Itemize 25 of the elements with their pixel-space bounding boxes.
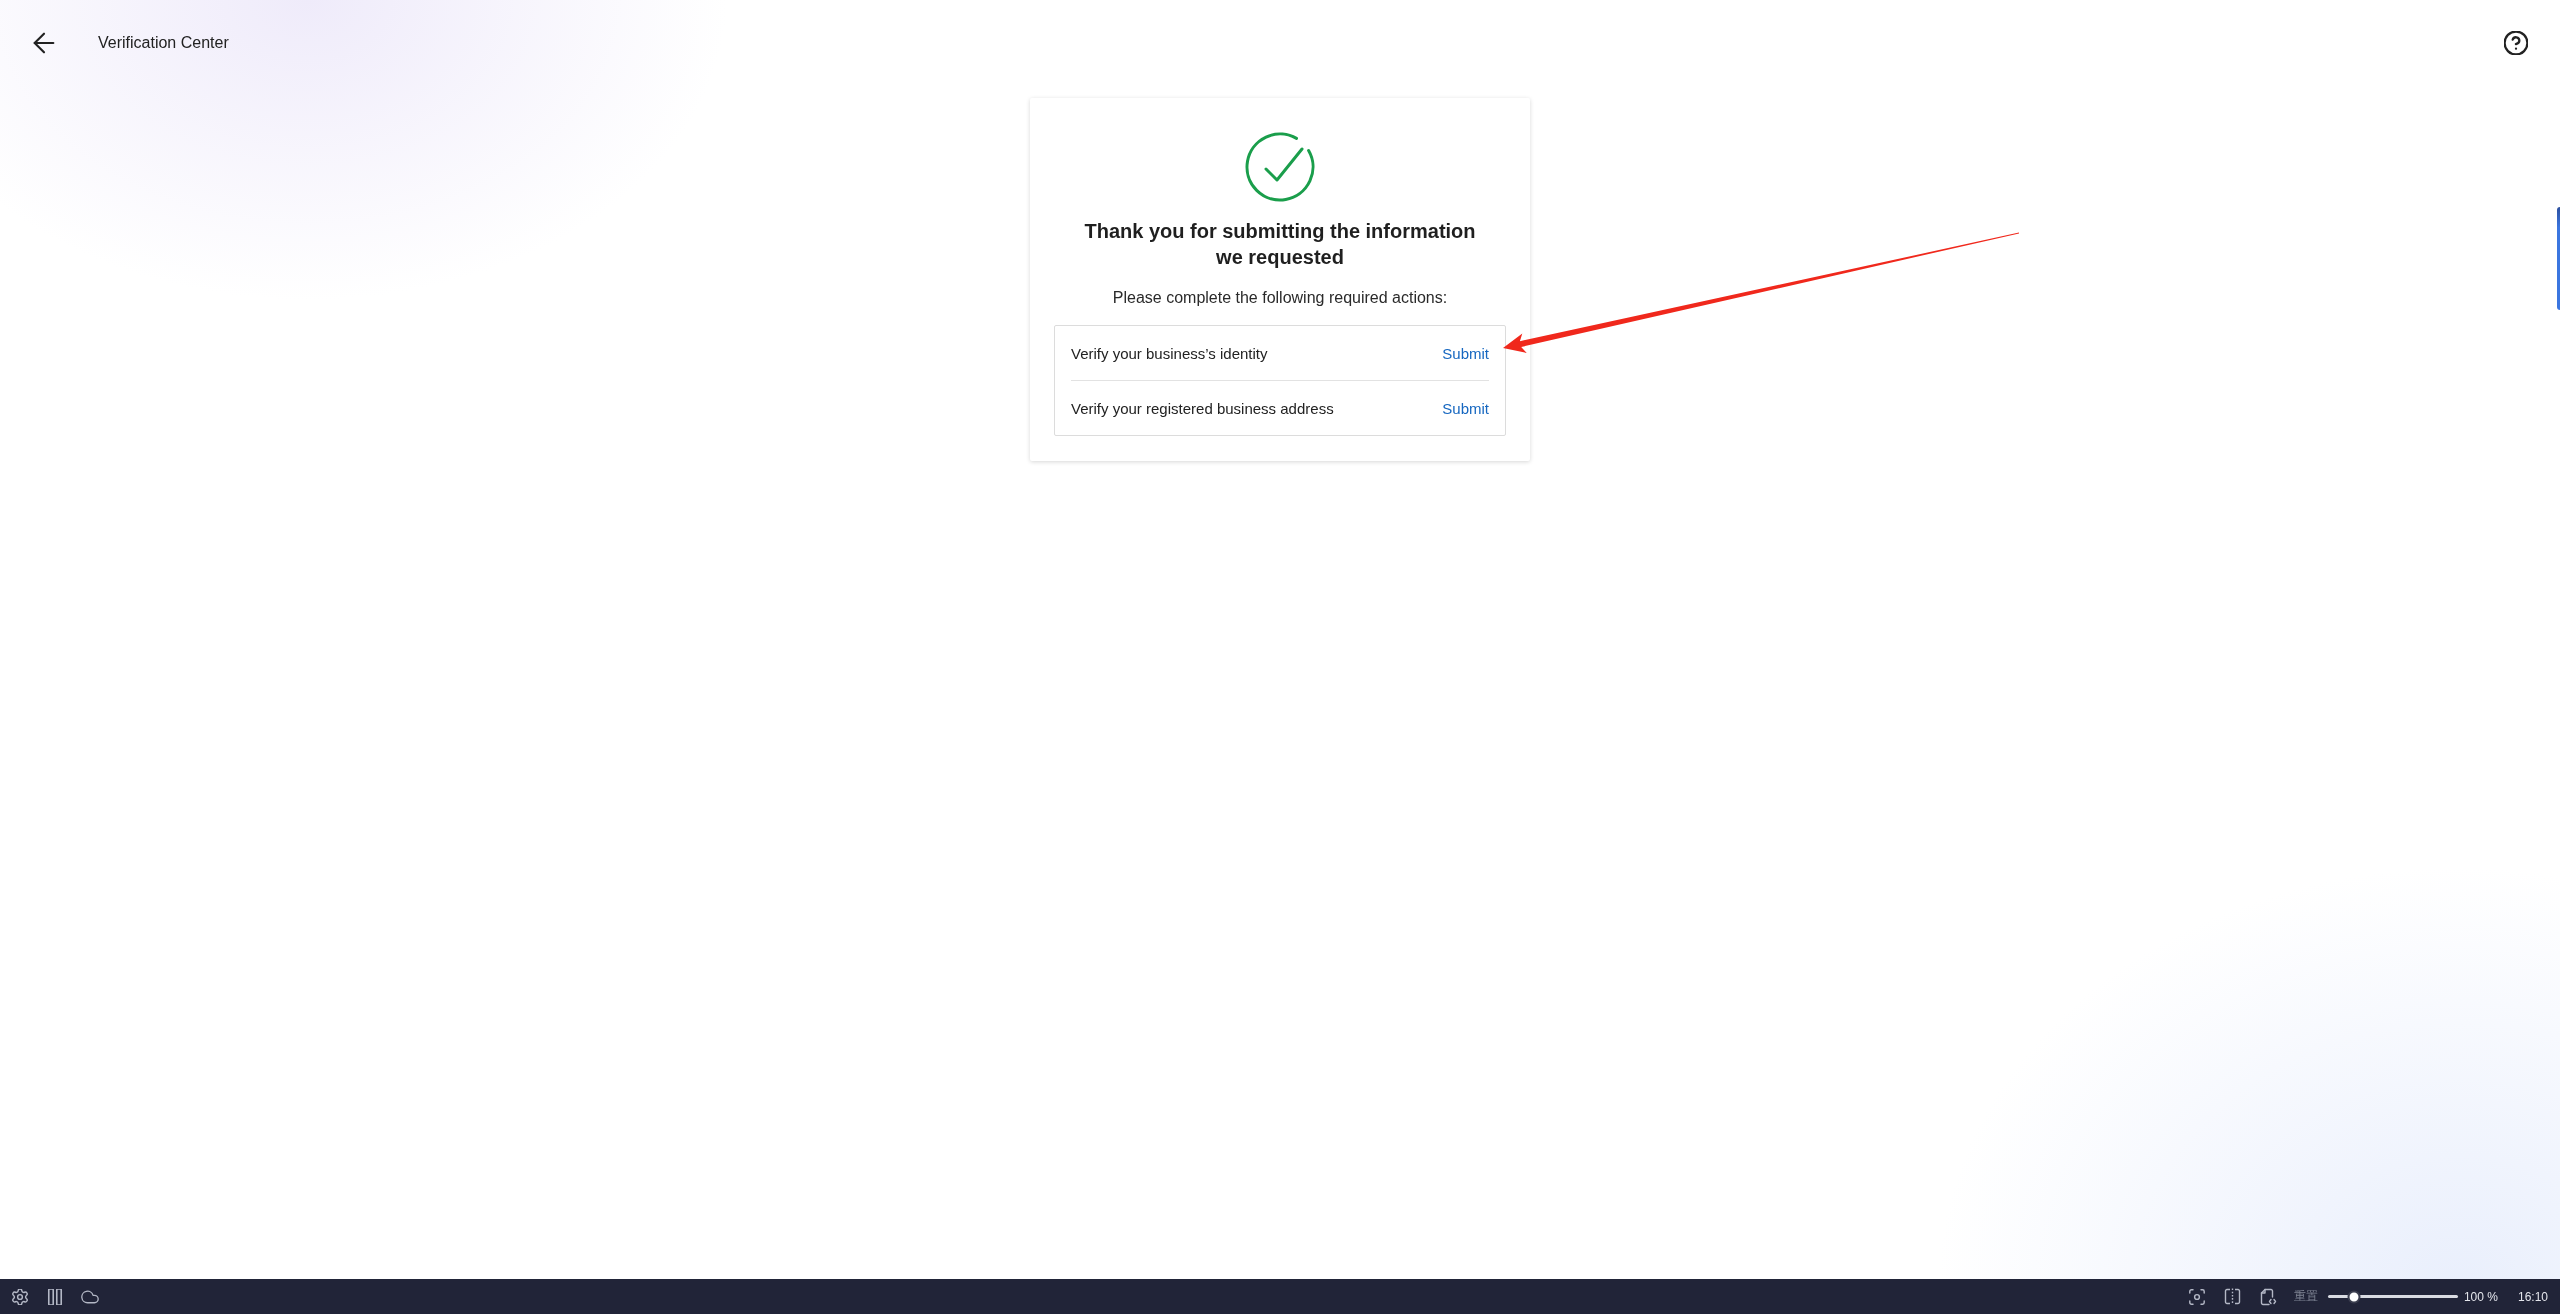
submit-link[interactable]: Submit	[1442, 344, 1489, 362]
submit-link[interactable]: Submit	[1442, 399, 1489, 417]
action-label: Verify your registered business address	[1071, 399, 1334, 417]
zoom-percent: 100 %	[2463, 1289, 2498, 1304]
help-icon	[2504, 31, 2528, 55]
settings-icon	[12, 1288, 28, 1305]
document-code-icon	[2259, 1287, 2277, 1306]
back-button[interactable]	[32, 31, 56, 55]
clock-time: 16:10	[2517, 1289, 2548, 1304]
page-title: Verification Center	[98, 34, 229, 52]
reset-button[interactable]: 重置	[2293, 1288, 2318, 1305]
pause-icon	[47, 1288, 63, 1305]
code-view-button[interactable]	[2259, 1287, 2277, 1306]
settings-button[interactable]	[12, 1288, 28, 1305]
help-button[interactable]	[2504, 31, 2528, 55]
screenshot-button[interactable]	[2188, 1288, 2205, 1305]
focus-icon	[2188, 1288, 2205, 1305]
pause-button[interactable]	[47, 1288, 63, 1305]
check-circle-icon	[1245, 132, 1315, 202]
required-actions-text: Please complete the following required actions:	[1112, 288, 1448, 308]
action-label: Verify your business’s identity	[1071, 344, 1268, 362]
confirmation-title: Thank you for submitting the information we requested	[1083, 219, 1477, 270]
slider-thumb[interactable]	[2347, 1290, 2361, 1303]
split-frame-icon	[2223, 1288, 2241, 1305]
split-view-button[interactable]	[2223, 1288, 2241, 1305]
